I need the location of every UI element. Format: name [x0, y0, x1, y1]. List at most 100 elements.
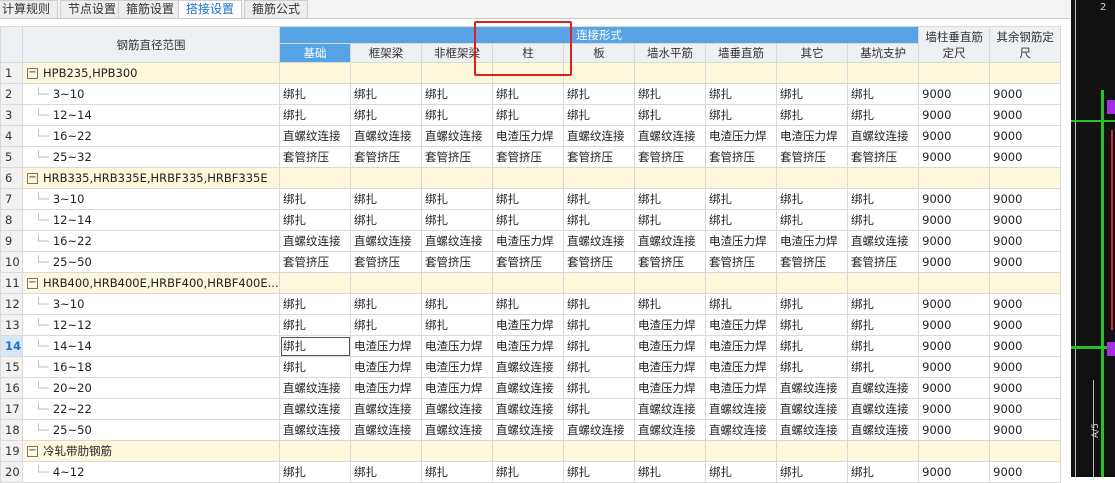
connection-cell[interactable]: 直螺纹连接	[421, 230, 493, 252]
connection-cell[interactable]: 直螺纹连接	[492, 419, 564, 441]
column-header-4[interactable]: 板	[563, 43, 635, 63]
connection-cell[interactable]: 绑扎	[350, 314, 422, 336]
connection-cell[interactable]: 绑扎	[563, 398, 635, 420]
connection-cell[interactable]: 电渣压力焊	[350, 356, 422, 378]
table-row[interactable]: 4 └─ 16~22 直螺纹连接 直螺纹连接 直螺纹连接 电渣压力焊 直螺纹连接 直螺纹连接 电渣…	[0, 125, 1062, 147]
range-cell[interactable]: └─ 3~10	[22, 293, 280, 315]
connection-cell[interactable]: 套管挤压	[846, 146, 920, 168]
wall-vertical-length-cell[interactable]: 9000	[918, 125, 991, 147]
column-header-8[interactable]: 基坑支护	[846, 43, 920, 63]
connection-cell[interactable]: 直螺纹连接	[705, 419, 777, 441]
row-number[interactable]: 12	[0, 293, 23, 315]
row-number[interactable]: 20	[0, 461, 23, 483]
wall-vertical-length-cell[interactable]: 9000	[918, 419, 991, 441]
wall-vertical-length-cell[interactable]: 9000	[918, 398, 991, 420]
other-length-cell[interactable]: 9000	[989, 356, 1062, 378]
connection-cell[interactable]: 电渣压力焊	[705, 356, 777, 378]
connection-cell[interactable]: 绑扎	[776, 335, 848, 357]
row-number[interactable]: 19	[0, 440, 23, 462]
connection-cell[interactable]: 绑扎	[705, 83, 777, 105]
connection-cell[interactable]: 电渣压力焊	[492, 230, 564, 252]
connection-cell[interactable]: 套管挤压	[492, 146, 564, 168]
connection-cell[interactable]: 绑扎	[421, 314, 493, 336]
connection-cell[interactable]: 绑扎	[492, 104, 564, 126]
connection-cell[interactable]: 绑扎	[776, 356, 848, 378]
table-row[interactable]: 9 └─ 16~22 直螺纹连接 直螺纹连接 直螺纹连接 电渣压力焊 直螺纹连接 直螺纹连接 电渣…	[0, 230, 1062, 252]
connection-cell[interactable]: 直螺纹连接	[421, 125, 493, 147]
table-row[interactable]: 7 └─ 3~10 绑扎 绑扎 绑扎 绑扎 绑扎 绑扎 绑扎 绑扎 绑扎 9000 9000	[0, 188, 1062, 210]
group-row[interactable]: 1− HPB235,HPB300	[0, 62, 1062, 84]
connection-cell[interactable]: 绑扎	[563, 377, 635, 399]
other-length-cell[interactable]: 9000	[989, 83, 1062, 105]
connection-cell[interactable]: 直螺纹连接	[634, 230, 706, 252]
connection-cell[interactable]: 绑扎	[846, 335, 920, 357]
connection-cell[interactable]: 绑扎	[421, 461, 493, 483]
connection-cell[interactable]: 直螺纹连接	[350, 125, 422, 147]
other-length-cell[interactable]: 9000	[989, 419, 1062, 441]
connection-cell[interactable]: 绑扎	[634, 83, 706, 105]
row-number[interactable]: 17	[0, 398, 23, 420]
connection-cell[interactable]: 直螺纹连接	[563, 125, 635, 147]
connection-cell[interactable]: 直螺纹连接	[279, 419, 351, 441]
range-cell[interactable]: └─ 14~14	[22, 335, 280, 357]
connection-cell[interactable]: 绑扎	[563, 356, 635, 378]
group-label-cell[interactable]: − HPB235,HPB300	[22, 62, 280, 84]
row-number[interactable]: 9	[0, 230, 23, 252]
row-number[interactable]: 7	[0, 188, 23, 210]
connection-cell[interactable]: 绑扎	[279, 461, 351, 483]
connection-cell[interactable]: 电渣压力焊	[776, 230, 848, 252]
connection-cell[interactable]: 绑扎	[563, 83, 635, 105]
table-row[interactable]: 12 └─ 3~10 绑扎 绑扎 绑扎 绑扎 绑扎 绑扎 绑扎 绑扎 绑扎 9000 9000	[0, 293, 1062, 315]
connection-cell[interactable]: 套管挤压	[279, 251, 351, 273]
range-cell[interactable]: └─ 20~20	[22, 377, 280, 399]
connection-cell[interactable]: 绑扎	[350, 83, 422, 105]
connection-cell[interactable]: 套管挤压	[563, 146, 635, 168]
other-length-cell[interactable]: 9000	[989, 104, 1062, 126]
column-header-5[interactable]: 墙水平筋	[634, 43, 706, 63]
row-number[interactable]: 11	[0, 272, 23, 294]
connection-cell[interactable]: 电渣压力焊	[350, 335, 422, 357]
other-length-cell[interactable]: 9000	[989, 146, 1062, 168]
connection-cell[interactable]: 绑扎	[350, 188, 422, 210]
other-length-cell[interactable]: 9000	[989, 209, 1062, 231]
connection-cell[interactable]: 绑扎	[563, 335, 635, 357]
connection-cell[interactable]: 电渣压力焊	[705, 335, 777, 357]
table-row[interactable]: 15 └─ 16~18 绑扎 电渣压力焊 电渣压力焊 直螺纹连接 绑扎 电渣压力焊 电渣压力焊 绑扎…	[0, 356, 1062, 378]
column-header-2[interactable]: 非框架梁	[421, 43, 493, 63]
connection-cell[interactable]: 直螺纹连接	[705, 398, 777, 420]
row-number[interactable]: 10	[0, 251, 23, 273]
row-number[interactable]: 18	[0, 419, 23, 441]
range-cell[interactable]: └─ 3~10	[22, 83, 280, 105]
table-row[interactable]: 16 └─ 20~20 直螺纹连接 电渣压力焊 电渣压力焊 直螺纹连接 绑扎 电渣压力焊 电渣压力…	[0, 377, 1062, 399]
connection-cell[interactable]: 套管挤压	[705, 251, 777, 273]
connection-cell[interactable]: 绑扎	[776, 209, 848, 231]
collapse-icon[interactable]: −	[27, 278, 38, 289]
connection-cell[interactable]: 绑扎	[492, 188, 564, 210]
other-length-cell[interactable]: 9000	[989, 230, 1062, 252]
group-label-cell[interactable]: − HRB400,HRB400E,HRBF400,HRBF400E...	[22, 272, 280, 294]
connection-cell[interactable]: 绑扎	[846, 209, 920, 231]
group-row[interactable]: 19− 冷轧带肋钢筋	[0, 440, 1062, 462]
group-row[interactable]: 11− HRB400,HRB400E,HRBF400,HRBF400E...	[0, 272, 1062, 294]
drawing-area[interactable]	[1071, 0, 1115, 477]
connection-cell[interactable]: 电渣压力焊	[421, 356, 493, 378]
connection-cell[interactable]: 套管挤压	[350, 146, 422, 168]
connection-cell[interactable]: 绑扎	[634, 209, 706, 231]
table-row[interactable]: 5 └─ 25~32 套管挤压 套管挤压 套管挤压 套管挤压 套管挤压 套管挤压 套管挤压 套管挤压…	[0, 146, 1062, 168]
connection-cell[interactable]: 套管挤压	[846, 251, 920, 273]
connection-cell[interactable]: 绑扎	[279, 209, 351, 231]
connection-cell[interactable]: 直螺纹连接	[634, 125, 706, 147]
range-cell[interactable]: └─ 16~22	[22, 125, 280, 147]
connection-cell[interactable]: 绑扎	[492, 83, 564, 105]
connection-cell[interactable]: 电渣压力焊	[492, 125, 564, 147]
range-cell[interactable]: └─ 25~50	[22, 419, 280, 441]
connection-cell[interactable]: 直螺纹连接	[563, 419, 635, 441]
row-number[interactable]: 6	[0, 167, 23, 189]
connection-cell[interactable]: 绑扎	[279, 293, 351, 315]
connection-cell[interactable]: 绑扎	[279, 314, 351, 336]
connection-cell[interactable]: 绑扎	[705, 209, 777, 231]
table-row[interactable]: 13 └─ 12~12 绑扎 绑扎 绑扎 电渣压力焊 绑扎 电渣压力焊 电渣压力焊 绑扎 绑扎 9000…	[0, 314, 1062, 336]
column-header-0[interactable]: 基础	[279, 43, 351, 63]
connection-cell[interactable]: 套管挤压	[279, 146, 351, 168]
other-length-cell[interactable]: 9000	[989, 293, 1062, 315]
